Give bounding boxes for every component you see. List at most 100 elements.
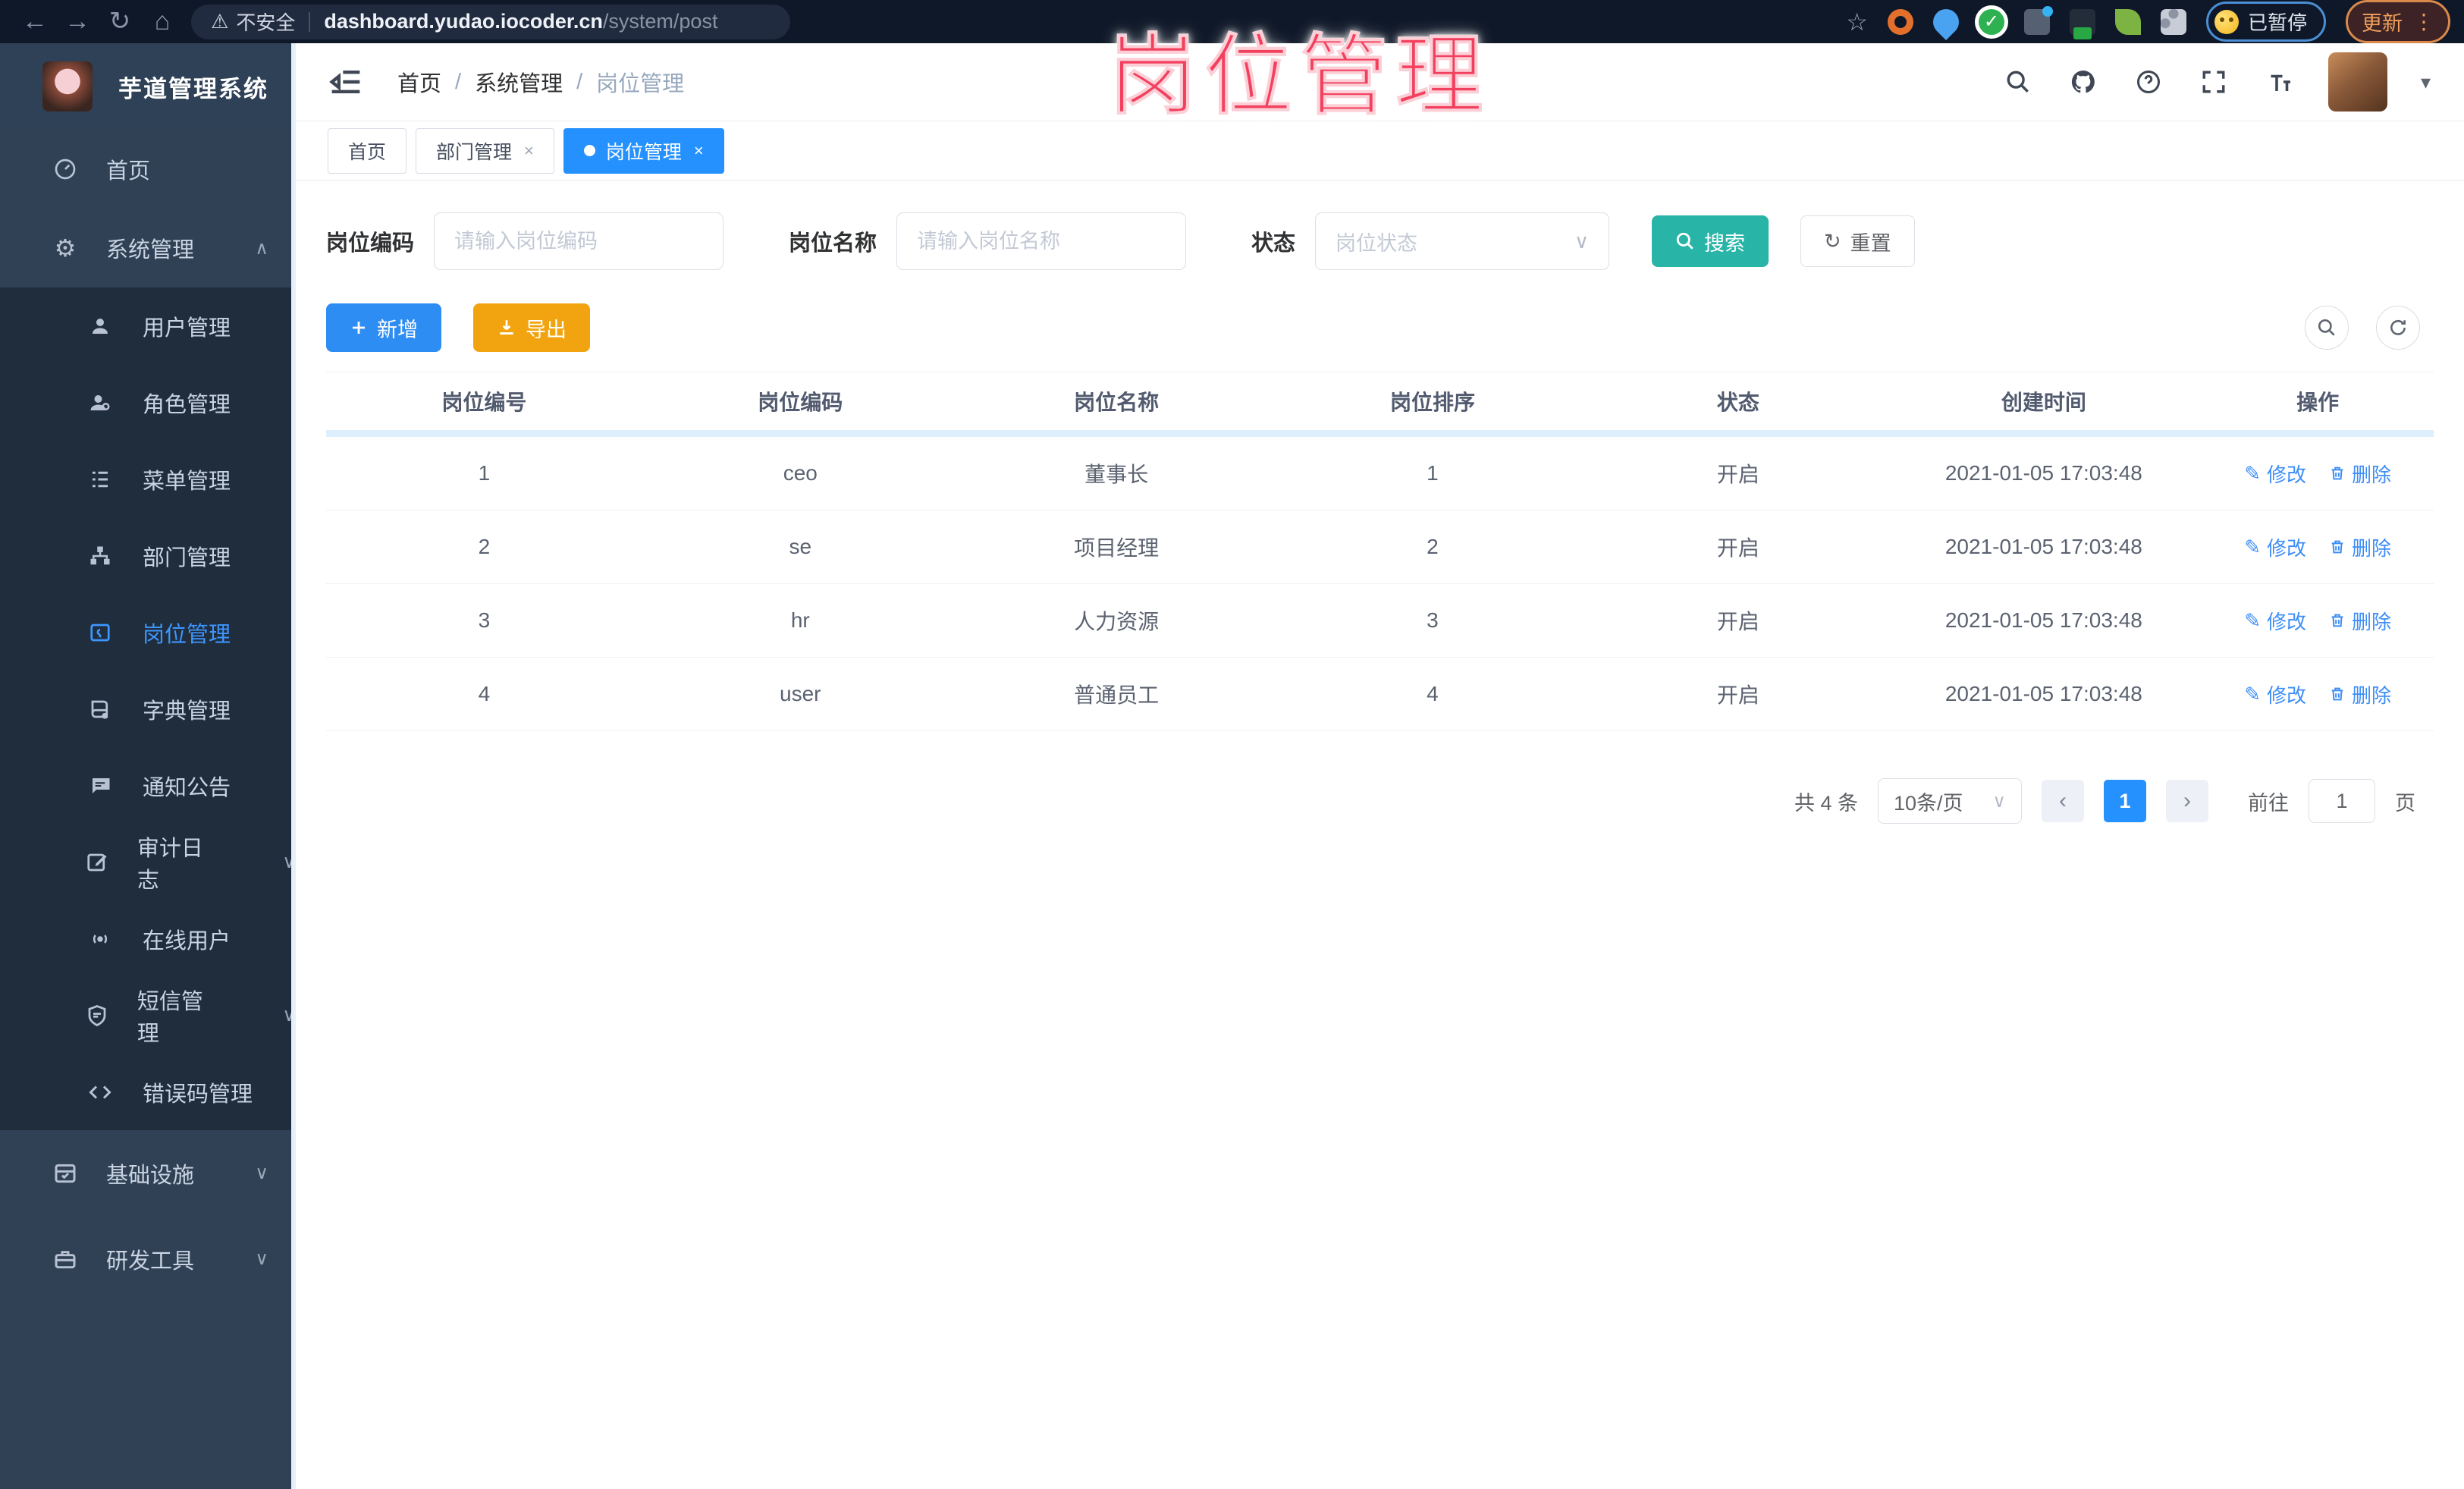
table-row[interactable]: 3 hr 人力资源 3 开启 2021-01-05 17:03:48 ✎ 修改 删… xyxy=(326,584,2434,658)
paused-badge[interactable]: 已暂停 xyxy=(2205,2,2326,42)
breadcrumb-home[interactable]: 首页 xyxy=(397,66,441,98)
user-avatar[interactable] xyxy=(2327,52,2387,112)
sidebar-item-audit-log[interactable]: 审计日志 ∨ xyxy=(0,824,296,900)
sidebar-item-label: 错误码管理 xyxy=(143,1082,253,1107)
edit-pencil-icon: ✎ xyxy=(2244,461,2261,485)
cell-post-sort: 3 xyxy=(1427,608,1439,632)
post-name-label: 岗位名称 xyxy=(789,231,877,256)
tags-view-bar: 首页 部门管理 × 岗位管理 × xyxy=(296,121,2464,181)
delete-link[interactable]: 删除 xyxy=(2329,680,2391,708)
sidebar-item-sms[interactable]: 短信管理 ∨ xyxy=(0,977,296,1054)
table-row[interactable]: 4 user 普通员工 4 开启 2021-01-05 17:03:48 ✎ 修改… xyxy=(326,658,2434,731)
sidebar-item-menus[interactable]: 菜单管理 xyxy=(0,441,296,517)
back-icon[interactable]: ← xyxy=(14,0,56,43)
post-name-input[interactable] xyxy=(896,212,1187,270)
sidebar-item-notice[interactable]: 通知公告 xyxy=(0,747,296,824)
cell-post-code: hr xyxy=(790,608,810,632)
export-button[interactable]: 导出 xyxy=(473,303,590,352)
sidebar-item-label: 字典管理 xyxy=(143,699,231,724)
sidebar-item-dict[interactable]: 字典管理 xyxy=(0,671,296,747)
tab-departments[interactable]: 部门管理 × xyxy=(416,127,554,174)
topbar: 首页 / 系统管理 / 岗位管理 ▾ xyxy=(296,43,2464,121)
reload-icon[interactable]: ↻ xyxy=(99,0,141,43)
export-button-label: 导出 xyxy=(526,318,567,341)
github-icon[interactable] xyxy=(2067,66,2099,98)
fullscreen-icon[interactable] xyxy=(2198,66,2230,98)
search-icon[interactable] xyxy=(2002,66,2034,98)
edit-pencil-icon: ✎ xyxy=(2244,682,2261,705)
add-button[interactable]: 新增 xyxy=(326,303,441,352)
delete-link[interactable]: 删除 xyxy=(2329,460,2391,488)
chrome-menu-icon[interactable]: ⋮ xyxy=(2413,9,2434,34)
page-size-select[interactable]: 10条/页 ∨ xyxy=(1878,778,2022,824)
goto-page-input[interactable] xyxy=(2309,779,2375,823)
delete-link[interactable]: 删除 xyxy=(2329,533,2391,561)
extension-dark-icon[interactable] xyxy=(2069,8,2095,39)
extension-check-icon[interactable]: ✓ xyxy=(1978,8,2004,35)
extensions-puzzle-icon[interactable] xyxy=(2160,8,2186,35)
sidebar-item-users[interactable]: 用户管理 xyxy=(0,287,296,364)
sidebar: 芋道管理系统 首页 ⚙ 系统管理 ∧ 用户管理 角色管理 菜单管理 部门管理 岗… xyxy=(0,43,296,1489)
cell-created: 2021-01-05 17:03:48 xyxy=(1945,461,2142,485)
sidebar-item-devtools[interactable]: 研发工具 ∨ xyxy=(0,1216,296,1302)
sidebar-item-posts[interactable]: 岗位管理 xyxy=(0,594,296,671)
toggle-search-button[interactable] xyxy=(2305,306,2349,350)
extension-grid-icon[interactable] xyxy=(2023,5,2053,35)
cell-post-sort: 2 xyxy=(1427,535,1439,558)
avatar-caret-icon[interactable]: ▾ xyxy=(2421,71,2431,94)
status-select[interactable]: 岗位状态 ∨ xyxy=(1315,212,1610,270)
address-bar[interactable]: ⚠ 不安全 dashboard.yudao.iocoder.cn /system… xyxy=(191,4,790,39)
forward-icon[interactable]: → xyxy=(56,0,99,43)
post-code-input[interactable] xyxy=(434,212,724,270)
posts-table: 岗位编号 岗位编码 岗位名称 岗位排序 状态 创建时间 操作 1 ceo 董事长… xyxy=(326,372,2434,731)
logo-row[interactable]: 芋道管理系统 xyxy=(0,43,296,130)
close-icon[interactable]: × xyxy=(694,141,704,161)
sidebar-item-departments[interactable]: 部门管理 xyxy=(0,517,296,594)
table-row[interactable]: 2 se 项目经理 2 开启 2021-01-05 17:03:48 ✎ 修改 删… xyxy=(326,510,2434,584)
cell-post-id: 3 xyxy=(478,608,491,632)
sidebar-item-label: 短信管理 xyxy=(137,989,203,1046)
status-label: 状态 xyxy=(1251,231,1296,256)
col-header-status: 状态 xyxy=(1716,391,1759,414)
col-header-post-sort: 岗位排序 xyxy=(1389,391,1475,414)
emoji-face-icon xyxy=(2214,9,2239,34)
cell-post-name: 人力资源 xyxy=(1074,610,1160,633)
font-size-icon[interactable] xyxy=(2263,66,2295,98)
chrome-update-button[interactable]: 更新 ⋮ xyxy=(2346,0,2450,43)
chevron-down-icon: ∨ xyxy=(1574,229,1590,253)
close-icon[interactable]: × xyxy=(524,141,534,161)
edit-link[interactable]: ✎ 修改 xyxy=(2244,533,2306,561)
tab-home[interactable]: 首页 xyxy=(328,127,407,174)
refresh-table-button[interactable] xyxy=(2376,306,2420,350)
extension-orange-icon[interactable] xyxy=(1887,8,1913,35)
tab-posts[interactable]: 岗位管理 × xyxy=(563,127,724,174)
sidebar-item-label: 用户管理 xyxy=(143,316,231,341)
sidebar-item-home[interactable]: 首页 xyxy=(0,130,296,209)
sidebar-item-system[interactable]: ⚙ 系统管理 ∧ xyxy=(0,209,296,287)
sidebar-item-roles[interactable]: 角色管理 xyxy=(0,364,296,441)
next-page-button[interactable]: › xyxy=(2166,780,2208,822)
sidebar-item-label: 在线用户 xyxy=(143,928,231,953)
breadcrumb-system[interactable]: 系统管理 xyxy=(475,66,563,98)
sidebar-item-error-codes[interactable]: 错误码管理 xyxy=(0,1054,296,1130)
extension-leaf-icon[interactable] xyxy=(2114,8,2141,35)
breadcrumb-current: 岗位管理 xyxy=(596,72,685,96)
table-row[interactable]: 1 ceo 董事长 1 开启 2021-01-05 17:03:48 ✎ 修改 删… xyxy=(326,437,2434,510)
home-icon[interactable]: ⌂ xyxy=(141,0,184,43)
breadcrumb-separator: / xyxy=(455,69,462,94)
bookmark-star-icon[interactable]: ☆ xyxy=(1846,8,1868,36)
extension-pin-icon[interactable] xyxy=(1927,3,1965,40)
delete-link[interactable]: 删除 xyxy=(2329,607,2391,635)
sidebar-item-online-users[interactable]: 在线用户 xyxy=(0,900,296,977)
edit-link[interactable]: ✎ 修改 xyxy=(2244,607,2306,635)
gear-icon: ⚙ xyxy=(54,234,77,262)
edit-link[interactable]: ✎ 修改 xyxy=(2244,680,2306,708)
help-icon[interactable] xyxy=(2133,66,2164,98)
prev-page-button[interactable]: ‹ xyxy=(2042,780,2084,822)
edit-link[interactable]: ✎ 修改 xyxy=(2244,460,2306,488)
search-button[interactable]: 搜索 xyxy=(1652,215,1769,267)
collapse-menu-icon[interactable] xyxy=(329,68,363,96)
reset-button[interactable]: ↻ 重置 xyxy=(1800,215,1915,267)
sidebar-item-infrastructure[interactable]: 基础设施 ∨ xyxy=(0,1130,296,1216)
current-page-button[interactable]: 1 xyxy=(2104,780,2146,822)
